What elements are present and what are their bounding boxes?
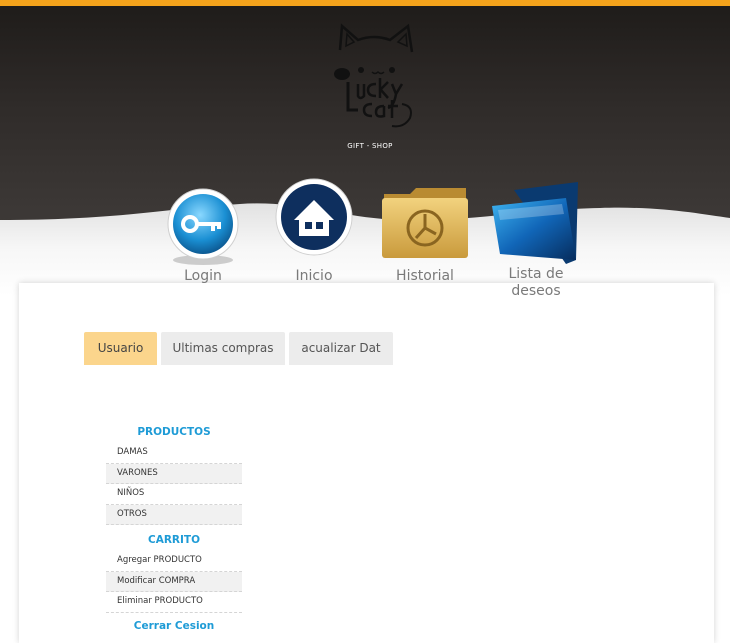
header-wave (0, 203, 730, 296)
nav-historial[interactable]: Historial (378, 184, 472, 285)
sidebar-item-agregar[interactable]: Agregar PRODUCTO (106, 551, 242, 572)
logo-subtitle: GIFT - SHOP (347, 142, 393, 150)
nav-historial-label: Historial (396, 268, 454, 284)
key-icon (167, 188, 239, 265)
sidebar-item-varones[interactable]: VARONES (106, 463, 242, 484)
sidebar-item-eliminar[interactable]: Eliminar PRODUCTO (106, 592, 242, 613)
blue-folder-icon (492, 182, 578, 264)
sidebar-item-damas[interactable]: DAMAS (106, 443, 242, 464)
nav-inicio-label: Inicio (295, 268, 333, 284)
home-icon (275, 178, 353, 256)
nav-lista-deseos[interactable]: Lista de deseos (488, 180, 584, 300)
tab-usuario[interactable]: Usuario (84, 332, 157, 365)
nav-lista-label-2: deseos (511, 283, 561, 299)
tab-ultimas-compras[interactable]: Ultimas compras (161, 332, 285, 365)
clock-folder-icon (382, 188, 468, 258)
tab-acualizar-datos[interactable]: acualizar Dat (289, 332, 393, 365)
lucky-cat-logo[interactable] (328, 22, 420, 134)
productos-heading: PRODUCTOS (137, 426, 211, 438)
nav-inicio[interactable]: Inicio (273, 178, 355, 285)
sidebar-item-ninos[interactable]: NIÑOS (106, 484, 242, 505)
nav-lista-label-1: Lista de (508, 266, 564, 282)
logout-link[interactable]: Cerrar Cesion (106, 613, 242, 639)
carrito-heading: CARRITO (148, 534, 200, 546)
nav-login[interactable]: Login (163, 186, 243, 285)
sidebar-menu: PRODUCTOS DAMAS VARONES NIÑOS OTROS CARR… (106, 421, 242, 639)
nav-login-label: Login (184, 268, 222, 284)
sidebar-item-modificar[interactable]: Modificar COMPRA (106, 571, 242, 592)
sidebar-item-otros[interactable]: OTROS (106, 504, 242, 525)
